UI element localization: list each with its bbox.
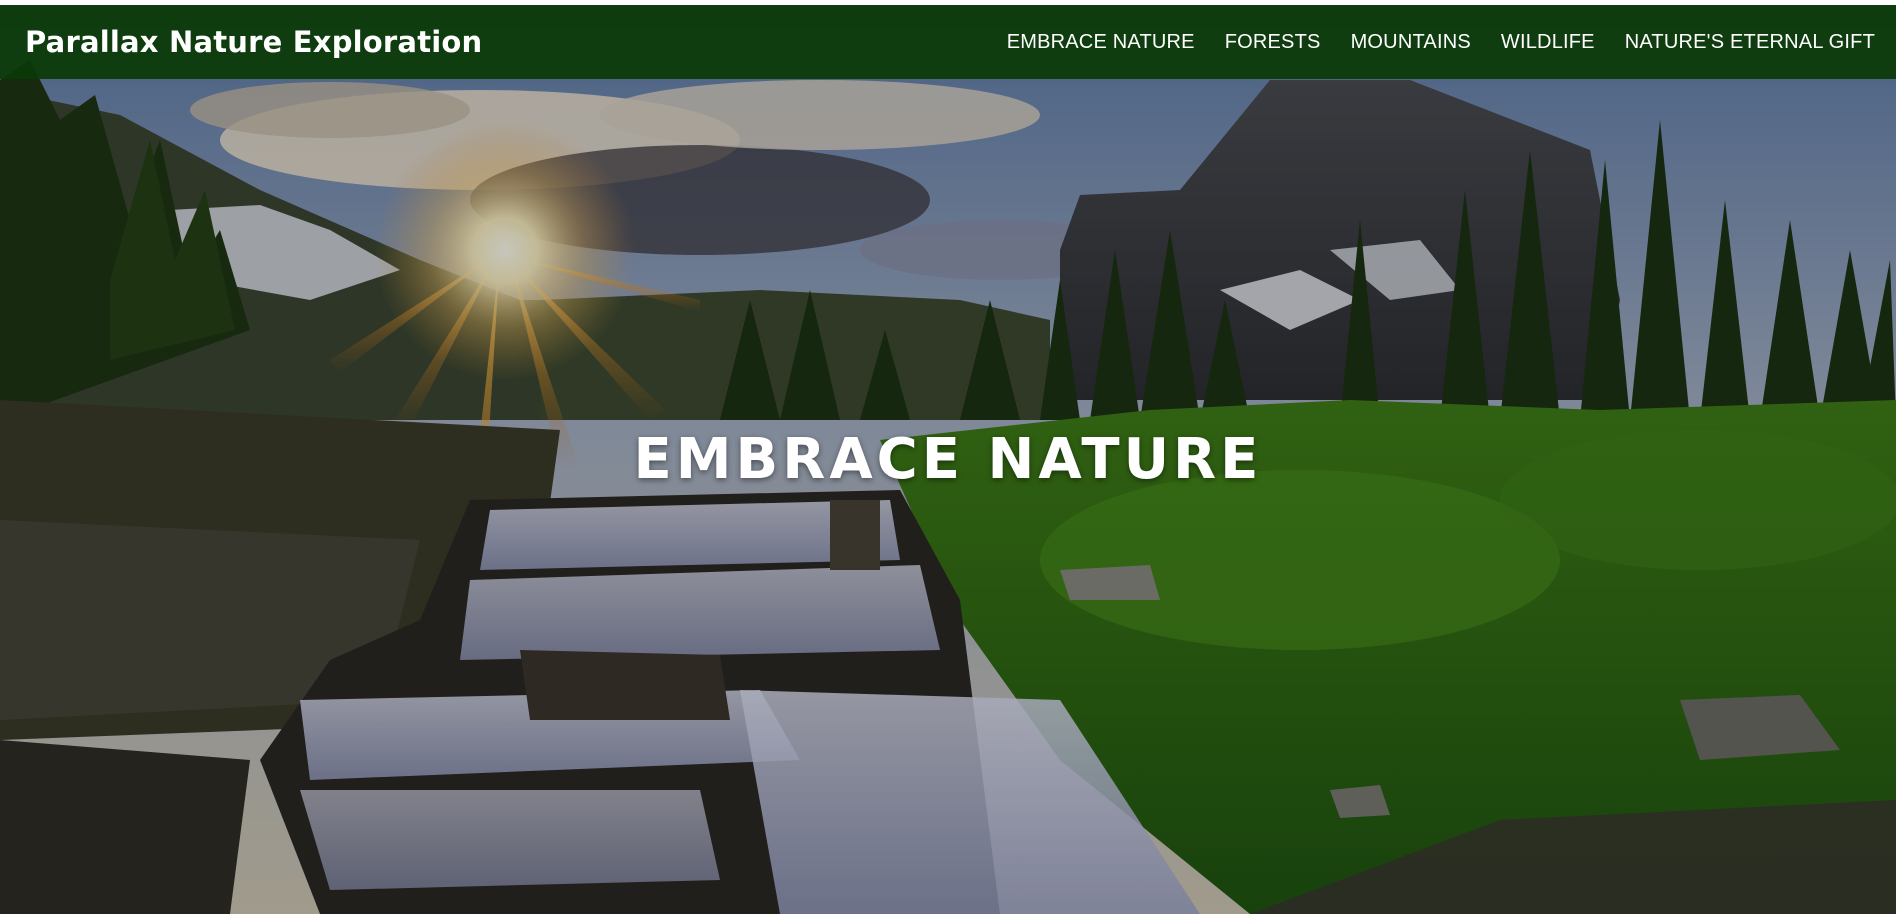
nav-item: EMBRACE NATURE <box>1007 31 1195 54</box>
nav-link-mountains[interactable]: MOUNTAINS <box>1351 31 1471 53</box>
nav-link-forests[interactable]: FORESTS <box>1225 31 1321 53</box>
page: EMBRACE NATURE Parallax Nature Explorati… <box>0 0 1896 914</box>
brand-logo[interactable]: Parallax Nature Exploration <box>25 25 482 59</box>
hero-title: EMBRACE NATURE <box>633 427 1263 492</box>
nav-link-natures-eternal-gift[interactable]: NATURE'S ETERNAL GIFT <box>1625 31 1875 53</box>
nav-item: MOUNTAINS <box>1351 31 1471 54</box>
top-strip <box>0 0 1896 5</box>
nav-link-embrace-nature[interactable]: EMBRACE NATURE <box>1007 31 1195 53</box>
nav-links: EMBRACE NATURE FORESTS MOUNTAINS WILDLIF… <box>1007 31 1875 54</box>
hero-section: EMBRACE NATURE <box>0 0 1896 914</box>
nav-item: FORESTS <box>1225 31 1321 54</box>
nav-link-wildlife[interactable]: WILDLIFE <box>1501 31 1595 53</box>
navbar: Parallax Nature Exploration EMBRACE NATU… <box>0 5 1896 79</box>
nav-item: NATURE'S ETERNAL GIFT <box>1625 31 1875 54</box>
nav-item: WILDLIFE <box>1501 31 1595 54</box>
